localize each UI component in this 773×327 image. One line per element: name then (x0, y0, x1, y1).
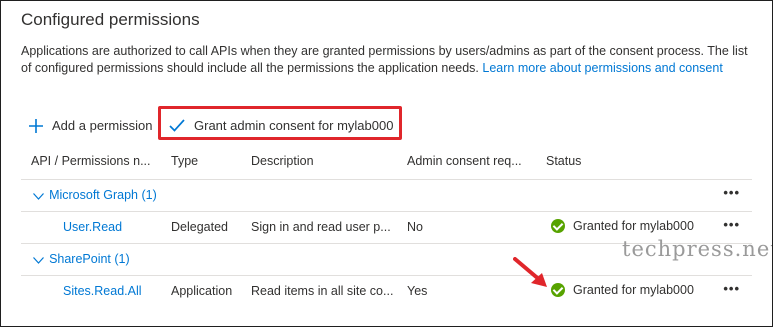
status-badge: Granted for mylab000 (551, 283, 694, 297)
permission-description: Sign in and read user p... (251, 220, 391, 234)
permission-name[interactable]: User.Read (63, 220, 122, 234)
chevron-down-icon[interactable] (33, 190, 47, 202)
status-badge: Granted for mylab000 (551, 219, 694, 233)
col-status[interactable]: Status (546, 154, 581, 168)
table-row: Sites.Read.All Application Read items in… (21, 276, 752, 307)
permission-type: Delegated (171, 220, 228, 234)
more-icon[interactable]: ••• (723, 281, 740, 296)
page-title: Configured permissions (21, 10, 200, 29)
check-circle-icon (551, 283, 565, 297)
permission-description: Read items in all site co... (251, 284, 394, 298)
permission-type: Application (171, 284, 233, 298)
add-permission-button[interactable]: Add a permission (29, 118, 152, 133)
highlight-box (158, 106, 402, 140)
admin-consent-required: No (407, 220, 423, 234)
more-icon[interactable]: ••• (723, 185, 740, 200)
col-type[interactable]: Type (171, 154, 198, 168)
more-icon[interactable]: ••• (723, 217, 740, 232)
check-circle-icon (551, 219, 565, 233)
watermark: techpress.net (622, 237, 773, 261)
group-name[interactable]: Microsoft Graph (1) (49, 188, 157, 202)
col-api[interactable]: API / Permissions n... (31, 154, 159, 168)
col-admin-consent[interactable]: Admin consent req... (407, 154, 537, 168)
status-text: Granted for mylab000 (573, 219, 694, 233)
permission-name[interactable]: Sites.Read.All (63, 284, 142, 298)
red-arrow-icon (513, 257, 553, 296)
description: Applications are authorized to call APIs… (21, 43, 761, 77)
table-header: API / Permissions n... Type Description … (21, 147, 752, 180)
col-description[interactable]: Description (251, 154, 314, 168)
add-permission-label: Add a permission (52, 118, 153, 133)
group-name[interactable]: SharePoint (1) (49, 252, 130, 266)
admin-consent-required: Yes (407, 284, 428, 298)
learn-more-link[interactable]: Learn more about permissions and consent (482, 61, 722, 75)
group-row-microsoft-graph[interactable]: Microsoft Graph (1) ••• (21, 180, 752, 212)
chevron-down-icon[interactable] (33, 254, 47, 266)
status-text: Granted for mylab000 (573, 283, 694, 297)
plus-icon (29, 118, 43, 133)
permissions-panel: Configured permissions Applications are … (0, 0, 773, 327)
